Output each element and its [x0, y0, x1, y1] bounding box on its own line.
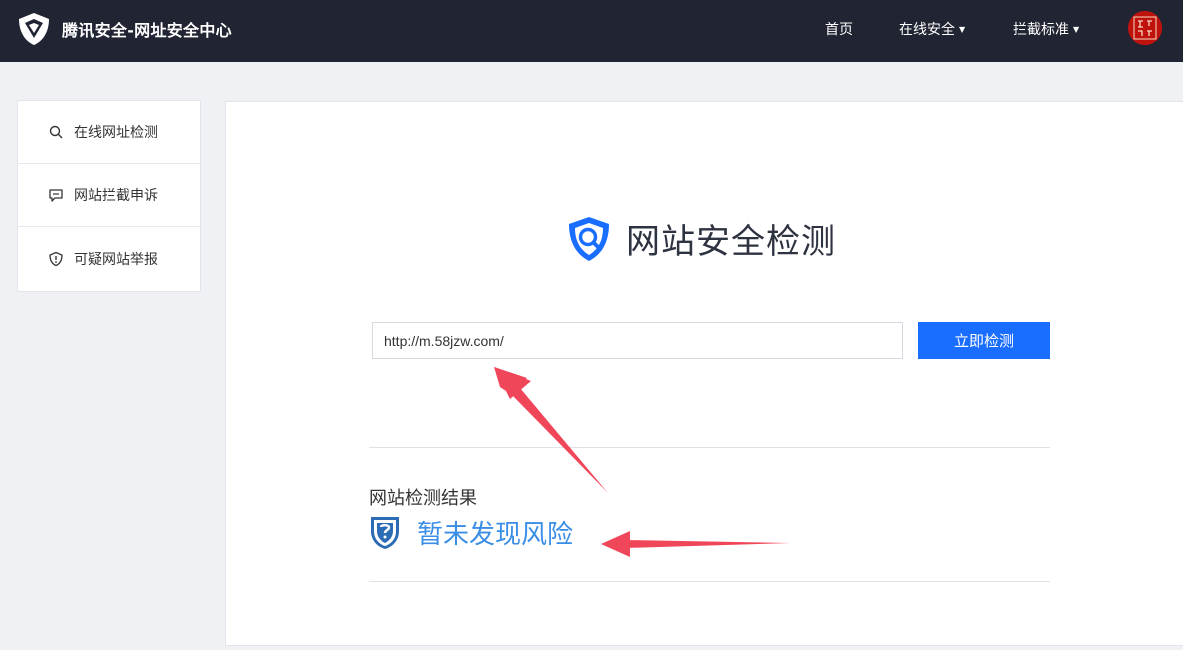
url-input[interactable]	[372, 322, 903, 359]
tencent-security-logo-icon	[19, 13, 49, 45]
check-now-button[interactable]: 立即检测	[918, 322, 1050, 359]
nav-online-security[interactable]: 在线安全 ▼	[899, 19, 965, 39]
nav-home-label: 首页	[825, 22, 853, 38]
nav-home[interactable]: 首页	[825, 19, 853, 39]
avatar[interactable]	[1128, 11, 1162, 45]
brand-title: 腾讯安全-网址安全中心	[62, 21, 232, 40]
sidebar-item-label: 可疑网站举报	[74, 251, 158, 268]
divider	[369, 581, 1050, 582]
sidebar-item-block-appeal[interactable]: 网站拦截申诉	[18, 164, 200, 227]
chevron-down-icon: ▼	[1073, 24, 1080, 34]
sidebar-item-label: 网站拦截申诉	[74, 188, 158, 204]
brand[interactable]: 腾讯安全-网址安全中心	[16, 11, 232, 47]
result-status: 暂未发现风险	[369, 514, 573, 551]
divider	[369, 447, 1050, 448]
sidebar-item-label: 在线网址检测	[74, 125, 158, 141]
nav-online-security-label: 在线安全	[899, 22, 955, 38]
message-icon	[49, 189, 63, 202]
main-panel	[225, 101, 1183, 646]
sidebar-item-report-suspicious[interactable]: 可疑网站举报	[18, 227, 200, 290]
search-icon	[49, 125, 63, 139]
nav-block-standard-label: 拦截标准	[1013, 22, 1069, 38]
top-nav-bar: 腾讯安全-网址安全中心 首页 在线安全 ▼ 拦截标准 ▼	[0, 0, 1183, 62]
page-title: 网站安全检测	[626, 222, 836, 262]
result-label: 网站检测结果	[369, 488, 477, 509]
shield-alert-icon	[49, 251, 63, 266]
shield-search-logo-icon	[569, 216, 609, 261]
chevron-down-icon: ▼	[959, 24, 966, 34]
red-seal-avatar-icon	[1128, 11, 1162, 45]
sidebar: 在线网址检测 网站拦截申诉 可疑网站举报	[17, 100, 201, 292]
page-header: 网站安全检测	[566, 214, 836, 263]
shield-question-icon	[371, 516, 399, 549]
sidebar-item-online-url-check[interactable]: 在线网址检测	[18, 101, 200, 164]
nav-block-standard[interactable]: 拦截标准 ▼	[1013, 19, 1079, 39]
result-text: 暂未发现风险	[417, 520, 574, 550]
